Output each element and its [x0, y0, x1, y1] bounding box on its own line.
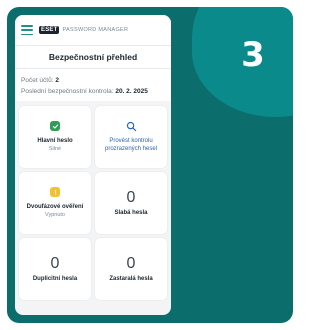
last-check-label: Poslední bezpečnostní kontrola: [21, 88, 114, 95]
weak-passwords-count: 0 [126, 189, 136, 206]
security-cards: Hlavní heslo Silné Provést kontrolu proz… [15, 101, 171, 305]
master-password-card[interactable]: Hlavní heslo Silné [19, 106, 91, 168]
step-number: 3 [241, 35, 265, 75]
last-check-row: Poslední bezpečnostní kontrola: 20. 2. 2… [21, 86, 165, 97]
menu-icon[interactable] [21, 25, 33, 35]
old-passwords-label: Zastaralá hesla [109, 276, 153, 282]
duplicate-passwords-label: Duplicitní hesla [32, 276, 78, 282]
check-icon [50, 121, 60, 131]
two-factor-card[interactable]: Dvoufázové ověření Vypnuto [19, 172, 91, 234]
product-name: PASSWORD MANAGER [62, 27, 129, 33]
master-password-status: Silné [48, 146, 62, 152]
app-bar: ESET PASSWORD MANAGER [15, 15, 171, 45]
weak-passwords-label: Slabá hesla [114, 210, 148, 216]
warning-icon [50, 187, 60, 197]
old-passwords-card[interactable]: 0 Zastaralá hesla [95, 238, 167, 300]
duplicate-passwords-card[interactable]: 0 Duplicitní hesla [19, 238, 91, 300]
two-factor-title: Dvoufázové ověření [26, 204, 84, 210]
duplicate-passwords-count: 0 [50, 255, 60, 272]
summary-info: Počet účtů: 2 Poslední bezpečnostní kont… [15, 68, 171, 101]
master-password-title: Hlavní heslo [37, 138, 73, 144]
eset-logo: ESET [39, 26, 60, 34]
page-title: Bezpečnostní přehled [15, 45, 171, 68]
accounts-count-value: 2 [55, 77, 59, 84]
breach-check-card[interactable]: Provést kontrolu prozrazených hesel [95, 106, 167, 168]
app-screen: ESET PASSWORD MANAGER Bezpečnostní přehl… [15, 15, 171, 315]
weak-passwords-card[interactable]: 0 Slabá hesla [95, 172, 167, 234]
accounts-count-row: Počet účtů: 2 [21, 75, 165, 86]
last-check-value: 20. 2. 2025 [115, 88, 148, 95]
breach-check-link[interactable]: Provést kontrolu prozrazených hesel [95, 137, 167, 153]
old-passwords-count: 0 [126, 255, 136, 272]
two-factor-status: Vypnuto [45, 212, 65, 218]
tutorial-frame: 3 ESET PASSWORD MANAGER Bezpečnostní pře… [7, 7, 293, 323]
accounts-count-label: Počet účtů: [21, 77, 54, 84]
search-icon [126, 121, 136, 132]
